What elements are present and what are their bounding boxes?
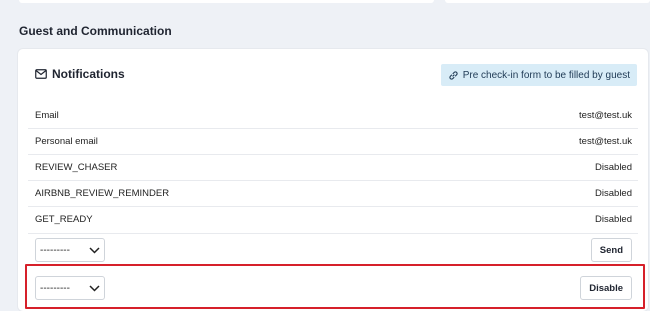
row-label: AIRBNB_REVIEW_REMINDER (35, 187, 170, 199)
card-header: Notifications Pre check-in form to be fi… (18, 49, 648, 95)
precheck-form-link[interactable]: Pre check-in form to be filled by guest (440, 64, 637, 86)
notifications-card: Notifications Pre check-in form to be fi… (18, 49, 648, 311)
link-icon (449, 70, 458, 80)
chevron-down-icon (89, 246, 100, 254)
disable-template-select[interactable]: --------- (35, 276, 105, 300)
row-label: GET_READY (35, 213, 93, 225)
disable-row: --------- Disable (18, 273, 648, 303)
row-value: Disabled (595, 213, 632, 225)
row-label: Personal email (35, 135, 98, 147)
row-value: Disabled (595, 161, 632, 173)
select-value: --------- (40, 244, 70, 256)
notification-row-airbnb-review-reminder: AIRBNB_REVIEW_REMINDER Disabled (18, 180, 648, 206)
row-value: Disabled (595, 187, 632, 199)
chevron-down-icon (89, 284, 100, 292)
notification-row-get-ready: GET_READY Disabled (18, 206, 648, 232)
envelope-icon (35, 69, 47, 79)
notification-row-personal-email: Personal email test@test.uk (18, 128, 648, 154)
send-template-select[interactable]: --------- (35, 238, 105, 262)
notification-row-review-chaser: REVIEW_CHASER Disabled (18, 154, 648, 180)
precheck-form-label: Pre check-in form to be filled by guest (462, 69, 630, 81)
section-title: Guest and Communication (19, 24, 172, 38)
notification-row-email: Email test@test.uk (18, 102, 648, 128)
card-title-text: Notifications (52, 67, 125, 81)
select-value: --------- (40, 282, 70, 294)
card-title: Notifications (35, 67, 125, 81)
send-row: --------- Send (18, 233, 648, 265)
top-card-left-edge (19, 0, 434, 3)
row-value: test@test.uk (579, 135, 632, 147)
top-card-right-edge (445, 0, 650, 3)
row-label: REVIEW_CHASER (35, 161, 118, 173)
row-value: test@test.uk (579, 109, 632, 121)
disable-button[interactable]: Disable (580, 276, 632, 300)
row-label: Email (35, 109, 59, 121)
send-button[interactable]: Send (590, 238, 632, 262)
notification-list: Email test@test.uk Personal email test@t… (18, 102, 648, 232)
